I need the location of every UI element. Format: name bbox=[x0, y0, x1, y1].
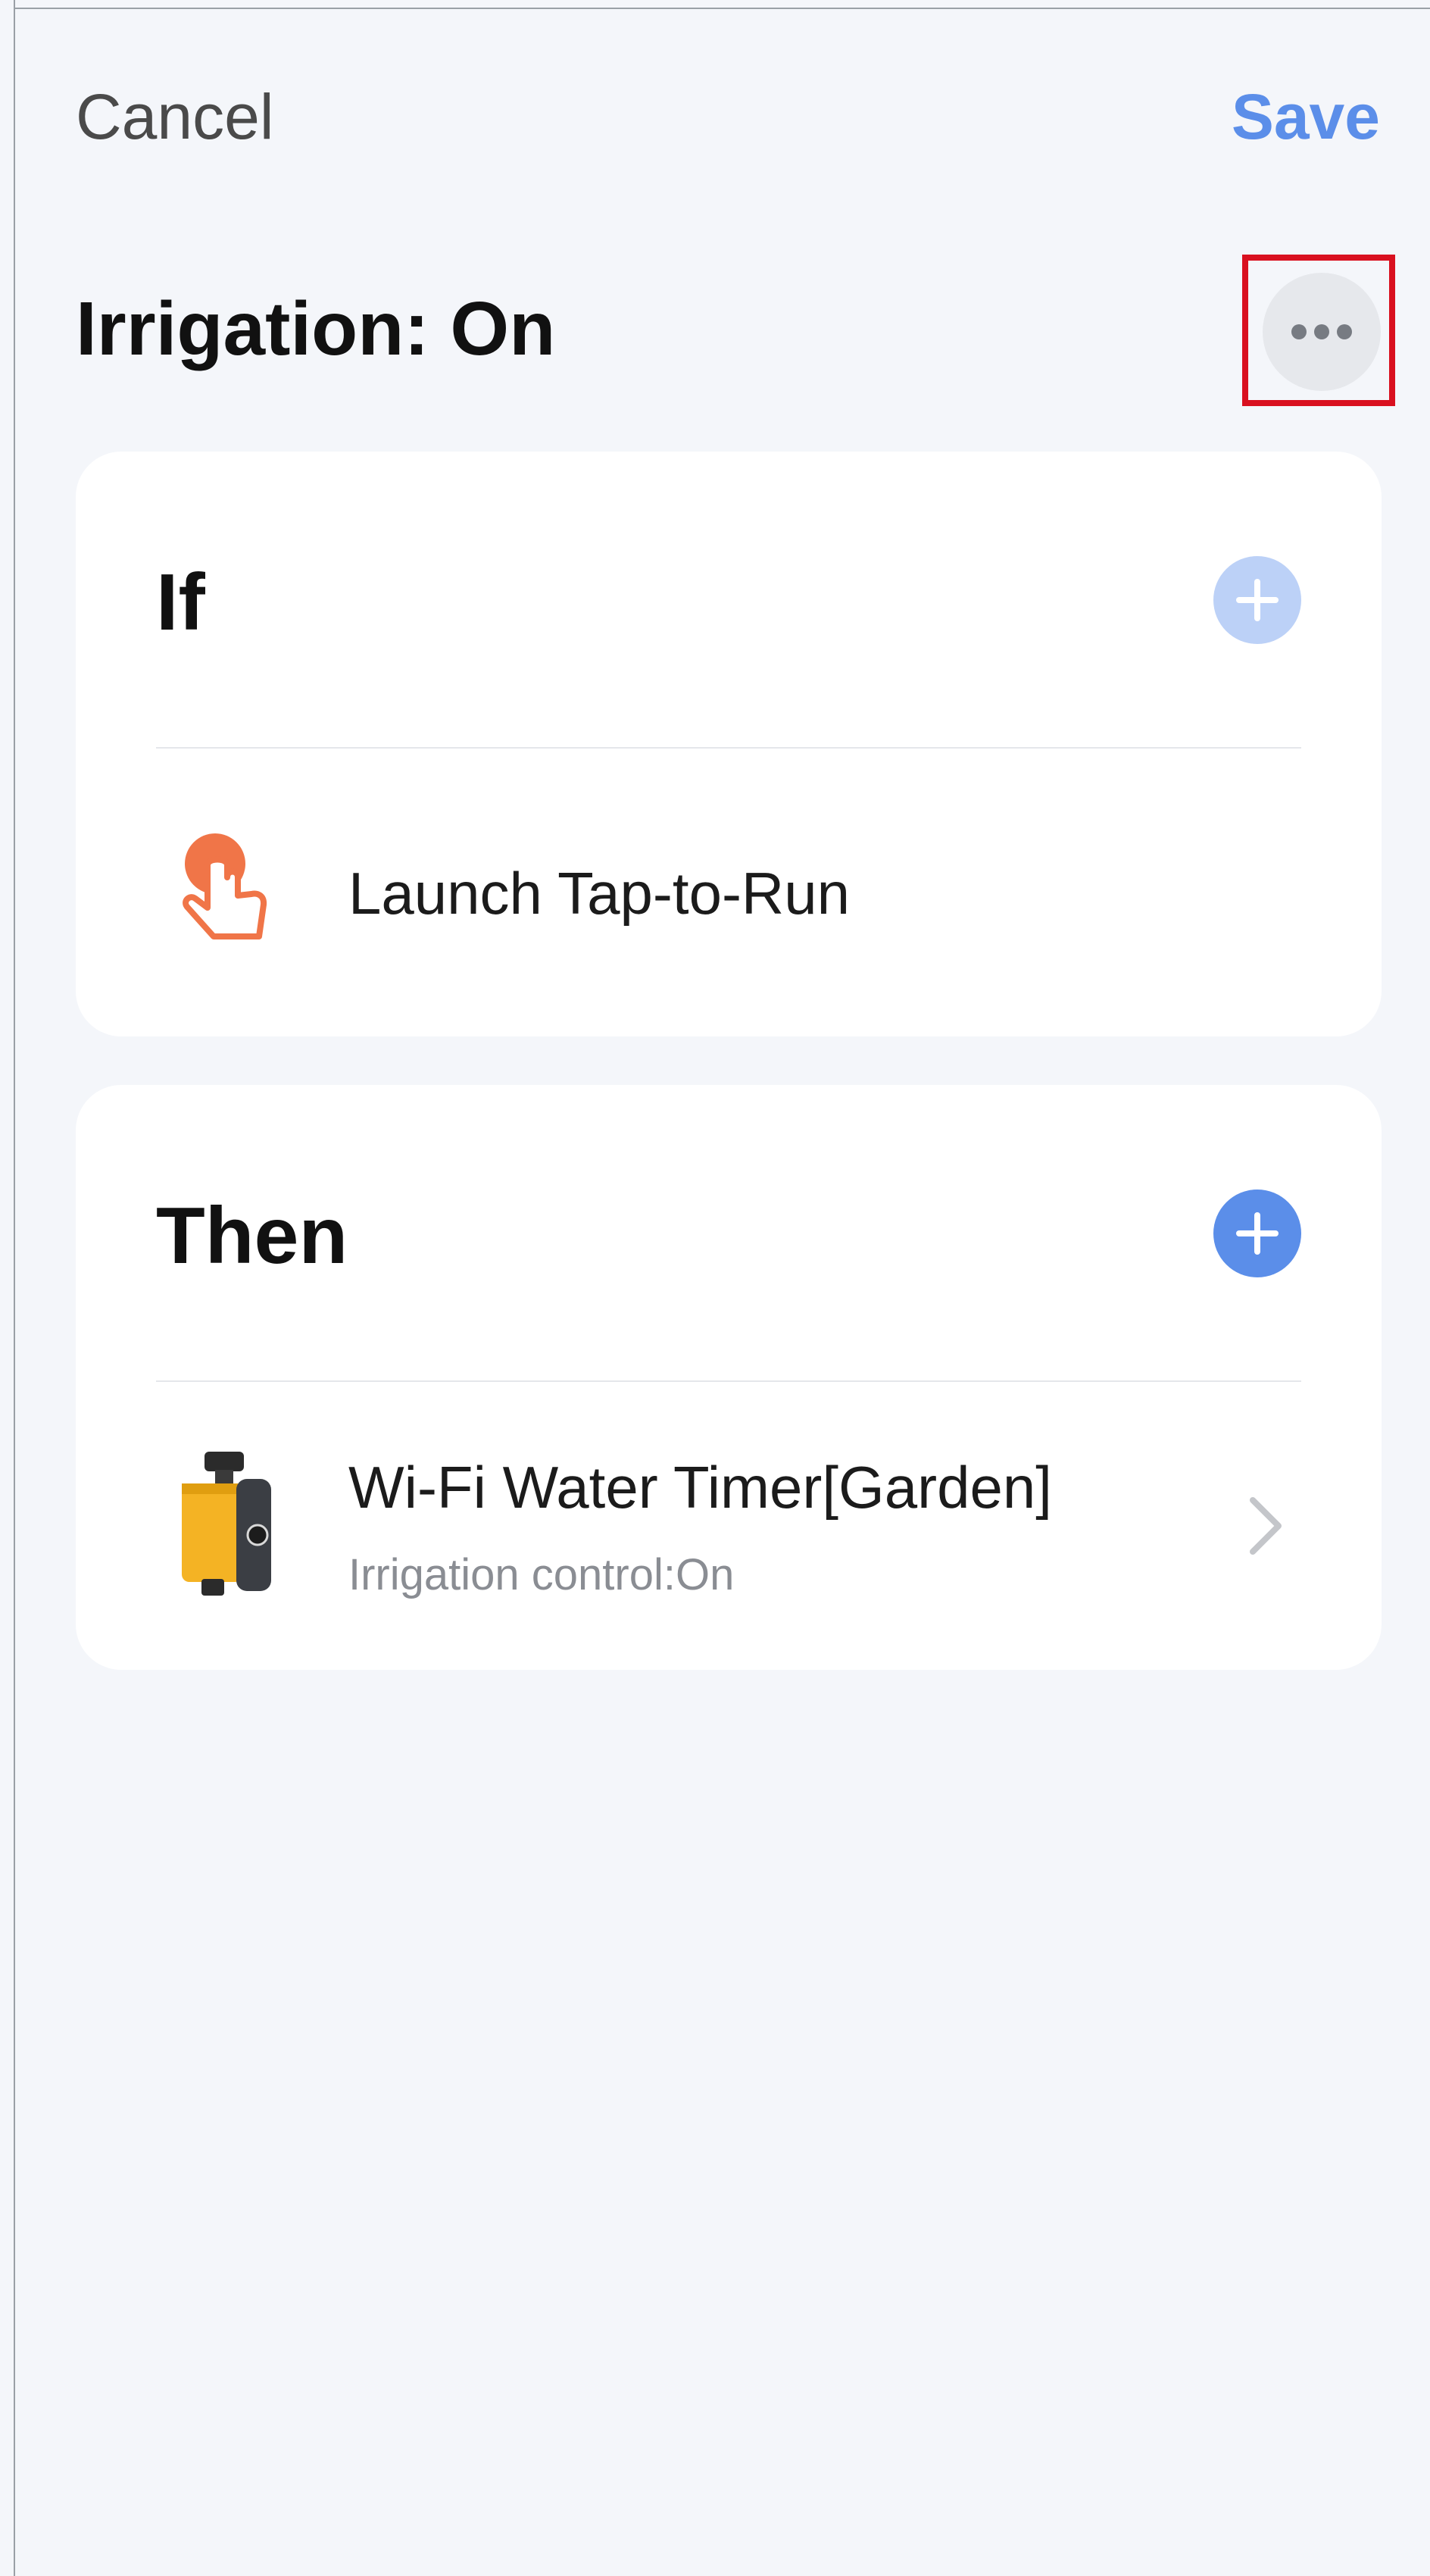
more-options-button[interactable] bbox=[1263, 273, 1381, 391]
if-heading: If bbox=[156, 558, 205, 647]
plus-icon bbox=[1236, 579, 1279, 621]
if-divider bbox=[156, 747, 1301, 749]
if-card: If Launch Tap-to-Run bbox=[76, 452, 1382, 1036]
action-title: Wi-Fi Water Timer[Garden] bbox=[348, 1454, 1052, 1521]
cancel-button[interactable]: Cancel bbox=[76, 85, 273, 148]
then-card: Then Wi-Fi Water Timer[Garden] Irrigatio… bbox=[76, 1085, 1382, 1670]
add-condition-button[interactable] bbox=[1213, 556, 1301, 644]
more-horizontal-icon bbox=[1291, 324, 1352, 339]
page-title: Irrigation: On bbox=[76, 286, 556, 371]
then-heading: Then bbox=[156, 1191, 348, 1280]
frame-border-left bbox=[14, 0, 15, 2576]
chevron-right-icon bbox=[1250, 1497, 1282, 1555]
save-button[interactable]: Save bbox=[1232, 85, 1380, 148]
plus-icon bbox=[1236, 1212, 1279, 1255]
action-subtitle: Irrigation control:On bbox=[348, 1550, 735, 1599]
add-action-button[interactable] bbox=[1213, 1190, 1301, 1277]
condition-label: Launch Tap-to-Run bbox=[348, 860, 851, 927]
tap-hand-icon bbox=[183, 833, 267, 939]
water-timer-device-image bbox=[182, 1452, 271, 1596]
frame-border-top bbox=[14, 8, 1430, 9]
then-divider bbox=[156, 1380, 1301, 1382]
